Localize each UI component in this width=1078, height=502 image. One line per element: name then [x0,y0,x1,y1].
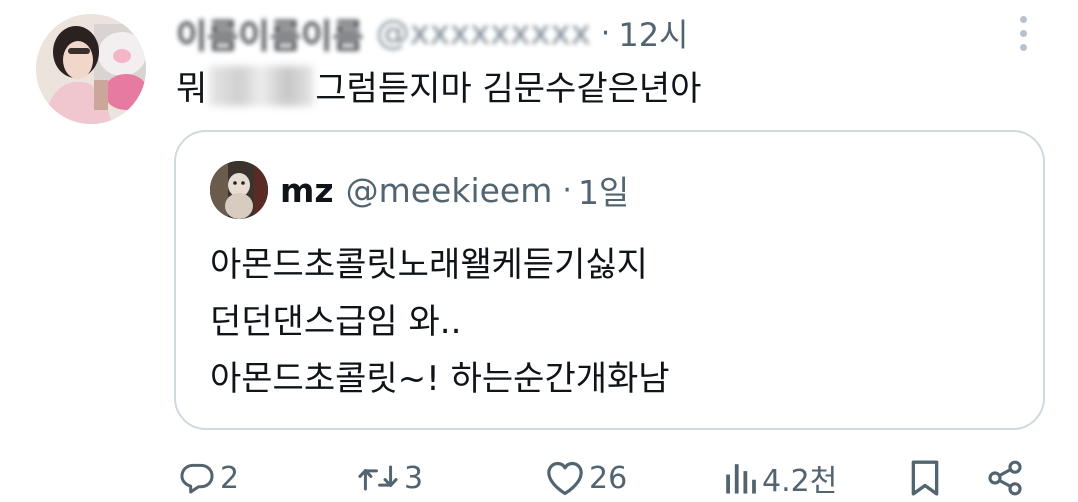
bookmark-icon [911,460,939,496]
quote-line: 아몬드초콜릿노래왤케듣기싫지 [210,245,648,285]
reply-icon [180,463,214,494]
views-button[interactable]: 4.2천 [722,458,838,499]
reply-button[interactable]: 2 [178,458,239,498]
action-bar: 2 3 26 4.2천 [0,448,1078,502]
tweet-header: 이름이름이름 @xxxxxxxxx · 12시 [176,8,689,58]
handle-redacted[interactable]: @xxxxxxxxx [376,13,591,53]
quote-handle[interactable]: @meekieem [346,171,553,210]
like-count: 26 [589,460,628,496]
reply-count: 2 [220,460,240,496]
retweet-icon [358,465,398,491]
separator-dot: · [562,172,572,208]
retweet-count: 3 [404,460,424,496]
avatar[interactable] [36,14,146,124]
views-count: 4.2천 [762,464,838,499]
quote-text: 아몬드초콜릿노래왤케듣기싫지 던던댄스급임 와.. 아몬드초콜릿~! 하는순간개… [210,237,670,408]
quote-avatar-image [210,161,268,219]
share-button[interactable] [985,458,1025,498]
redacted-text [209,66,314,106]
more-vertical-icon [1019,15,1027,23]
tweet-text: 뭐 그럼듣지마 김문수같은년아 [176,65,701,113]
more-options-button[interactable] [1006,14,1040,52]
tweet[interactable]: 이름이름이름 @xxxxxxxxx · 12시 뭐 그럼듣지마 김문수같은년아 m… [0,0,1078,502]
retweet-button[interactable]: 3 [356,458,423,498]
separator-dot: · [600,15,611,51]
like-button[interactable]: 26 [545,458,627,498]
quote-time[interactable]: 1일 [578,166,629,214]
display-name-redacted[interactable]: 이름이름이름 [176,9,364,58]
quote-display-name[interactable]: mz [280,171,334,210]
heart-icon [547,461,583,496]
views-icon [726,464,756,494]
tweet-time[interactable]: 12시 [618,10,688,56]
quoted-tweet-card[interactable]: mz @meekieem · 1일 아몬드초콜릿노래왤케듣기싫지 던던댄스급임 … [174,130,1045,430]
quote-header: mz @meekieem · 1일 [280,164,629,216]
share-icon [988,460,1022,496]
quote-line: 아몬드초콜릿~! 하는순간개화남 [210,359,670,399]
quote-avatar[interactable] [210,161,268,219]
quote-line: 던던댄스급임 와.. [210,302,462,342]
avatar-image [36,14,146,124]
bookmark-button[interactable] [908,458,942,498]
